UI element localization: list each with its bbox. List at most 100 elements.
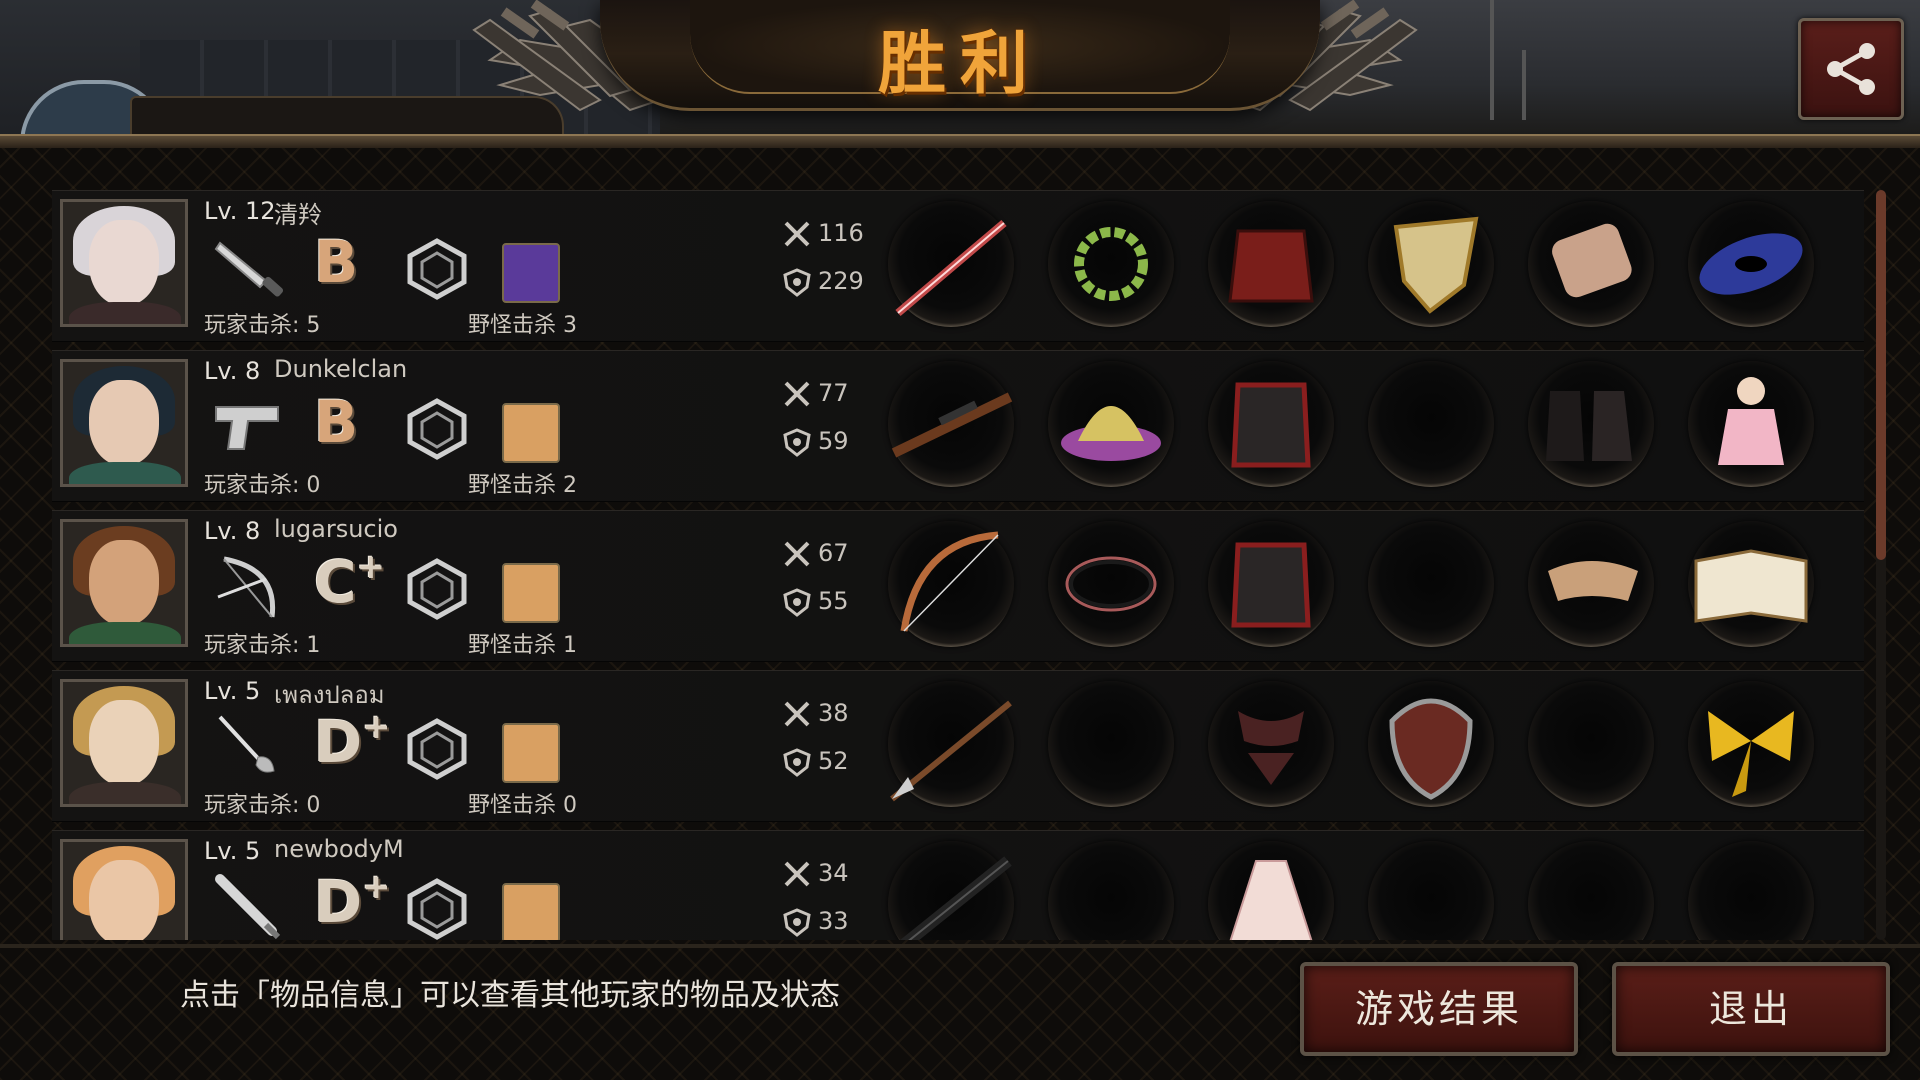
item-slot[interactable]	[1528, 521, 1654, 647]
title-plate: 胜利	[600, 0, 1320, 111]
grade-letter: D	[314, 708, 363, 776]
portrait-face	[89, 220, 159, 306]
item-slot[interactable]	[1688, 201, 1814, 327]
player-name: newbodyM	[274, 835, 404, 863]
portrait-face	[89, 540, 159, 626]
longbow-icon	[900, 531, 999, 632]
item-slot[interactable]	[888, 681, 1014, 807]
item-slot[interactable]	[1208, 841, 1334, 940]
item-slot[interactable]	[888, 201, 1014, 327]
player-grade: B	[314, 387, 358, 456]
defense-stat: 52	[782, 747, 849, 777]
portrait-body	[69, 302, 181, 324]
defense-stat: 59	[782, 427, 849, 457]
lingerie-icon	[1238, 711, 1304, 785]
player-row[interactable]: Lv. 5 newbodyM D+ 34 33	[52, 830, 1864, 940]
yellow-hat-icon	[1061, 406, 1161, 461]
attack-value: 77	[818, 379, 849, 407]
player-portrait[interactable]	[60, 839, 188, 940]
item-slot[interactable]	[1048, 201, 1174, 327]
player-portrait[interactable]	[60, 519, 188, 647]
item-slot[interactable]	[1208, 521, 1334, 647]
item-slot[interactable]	[1048, 521, 1174, 647]
item-slot[interactable]	[1688, 681, 1814, 807]
galaxy-orb-icon	[1699, 233, 1803, 295]
item-slot[interactable]	[1368, 521, 1494, 647]
item-slot[interactable]	[1528, 841, 1654, 940]
bat-icon	[215, 874, 281, 940]
player-row[interactable]: Lv. 8 Dunkelclan B 玩家击杀: 0 野怪击杀 2 77 59	[52, 350, 1864, 502]
player-name: Dunkelclan	[274, 355, 408, 383]
player-level: Lv. 5	[204, 837, 261, 865]
buff-icon[interactable]	[502, 243, 560, 303]
item-slot[interactable]	[1528, 361, 1654, 487]
item-slot[interactable]	[888, 361, 1014, 487]
crossed-swords-icon	[784, 541, 810, 567]
item-slot[interactable]	[1688, 841, 1814, 940]
spear-icon	[890, 700, 1012, 802]
equipment-slots	[888, 201, 1848, 331]
player-portrait[interactable]	[60, 199, 188, 327]
player-portrait[interactable]	[60, 679, 188, 807]
black-red-armor-icon	[1231, 542, 1311, 628]
buff-icon[interactable]	[502, 883, 560, 940]
item-slot[interactable]	[1368, 841, 1494, 940]
leather-shield-icon	[1389, 698, 1473, 800]
pistol-icon	[215, 406, 279, 450]
equipment-slots	[888, 841, 1848, 940]
item-slot[interactable]	[1208, 201, 1334, 327]
portrait-body	[69, 462, 181, 484]
list-scrollbar[interactable]	[1876, 190, 1886, 940]
weapon-type	[208, 389, 288, 465]
share-button[interactable]	[1798, 18, 1904, 120]
rapier-icon	[218, 715, 275, 773]
portrait-face	[89, 860, 159, 940]
item-slot[interactable]	[1048, 681, 1174, 807]
item-slot[interactable]	[1528, 201, 1654, 327]
game-result-button[interactable]: 游戏结果	[1300, 962, 1578, 1056]
crossed-swords-icon	[784, 861, 810, 887]
item-slot[interactable]	[1688, 361, 1814, 487]
equipment-slots	[888, 521, 1848, 651]
grade-letter: C	[314, 548, 357, 616]
crossed-swords-icon	[784, 221, 810, 247]
item-slot[interactable]	[1208, 681, 1334, 807]
shield-icon	[783, 428, 811, 457]
player-row[interactable]: Lv. 5 เพลงปลอม D+ 玩家击杀: 0 野怪击杀 0 38 52	[52, 670, 1864, 822]
rank-emblem	[402, 395, 472, 461]
white-dress-icon	[1229, 860, 1313, 940]
buff-icon[interactable]	[502, 403, 560, 463]
item-slot[interactable]	[1368, 361, 1494, 487]
exit-button[interactable]: 退出	[1612, 962, 1890, 1056]
item-slot[interactable]	[1368, 201, 1494, 327]
equipment-slots	[888, 681, 1848, 811]
item-slot[interactable]	[1048, 841, 1174, 940]
player-kills: 玩家击杀: 5	[204, 313, 321, 338]
item-slot[interactable]	[1528, 681, 1654, 807]
item-slot[interactable]	[1368, 681, 1494, 807]
attack-stat: 67	[782, 539, 849, 569]
sniper-rifle-icon	[891, 392, 1013, 458]
floral-boots-icon	[1546, 391, 1632, 461]
item-slot[interactable]	[1688, 521, 1814, 647]
player-result-list[interactable]: Lv. 12 清羚 B 玩家击杀: 5 野怪击杀 3 116 229 Lv. 8…	[52, 190, 1864, 940]
defense-value: 52	[818, 747, 849, 775]
scrollbar-thumb[interactable]	[1876, 190, 1886, 560]
header-divider	[0, 134, 1920, 148]
doll-icon	[1718, 377, 1784, 465]
item-slot[interactable]	[1048, 361, 1174, 487]
attack-stat: 77	[782, 379, 849, 409]
player-row[interactable]: Lv. 12 清羚 B 玩家击杀: 5 野怪击杀 3 116 229	[52, 190, 1864, 342]
item-slot[interactable]	[1208, 361, 1334, 487]
buff-icon[interactable]	[502, 563, 560, 623]
player-row[interactable]: Lv. 8 lugarsucio C+ 玩家击杀: 1 野怪击杀 1 67 55	[52, 510, 1864, 662]
monster-kills: 野怪击杀 2	[468, 473, 577, 498]
attack-value: 67	[818, 539, 849, 567]
buff-icon[interactable]	[502, 723, 560, 783]
item-slot[interactable]	[888, 521, 1014, 647]
item-slot[interactable]	[888, 841, 1014, 940]
defense-value: 55	[818, 587, 849, 615]
player-portrait[interactable]	[60, 359, 188, 487]
shield-icon	[783, 588, 811, 617]
portrait-face	[89, 380, 159, 466]
